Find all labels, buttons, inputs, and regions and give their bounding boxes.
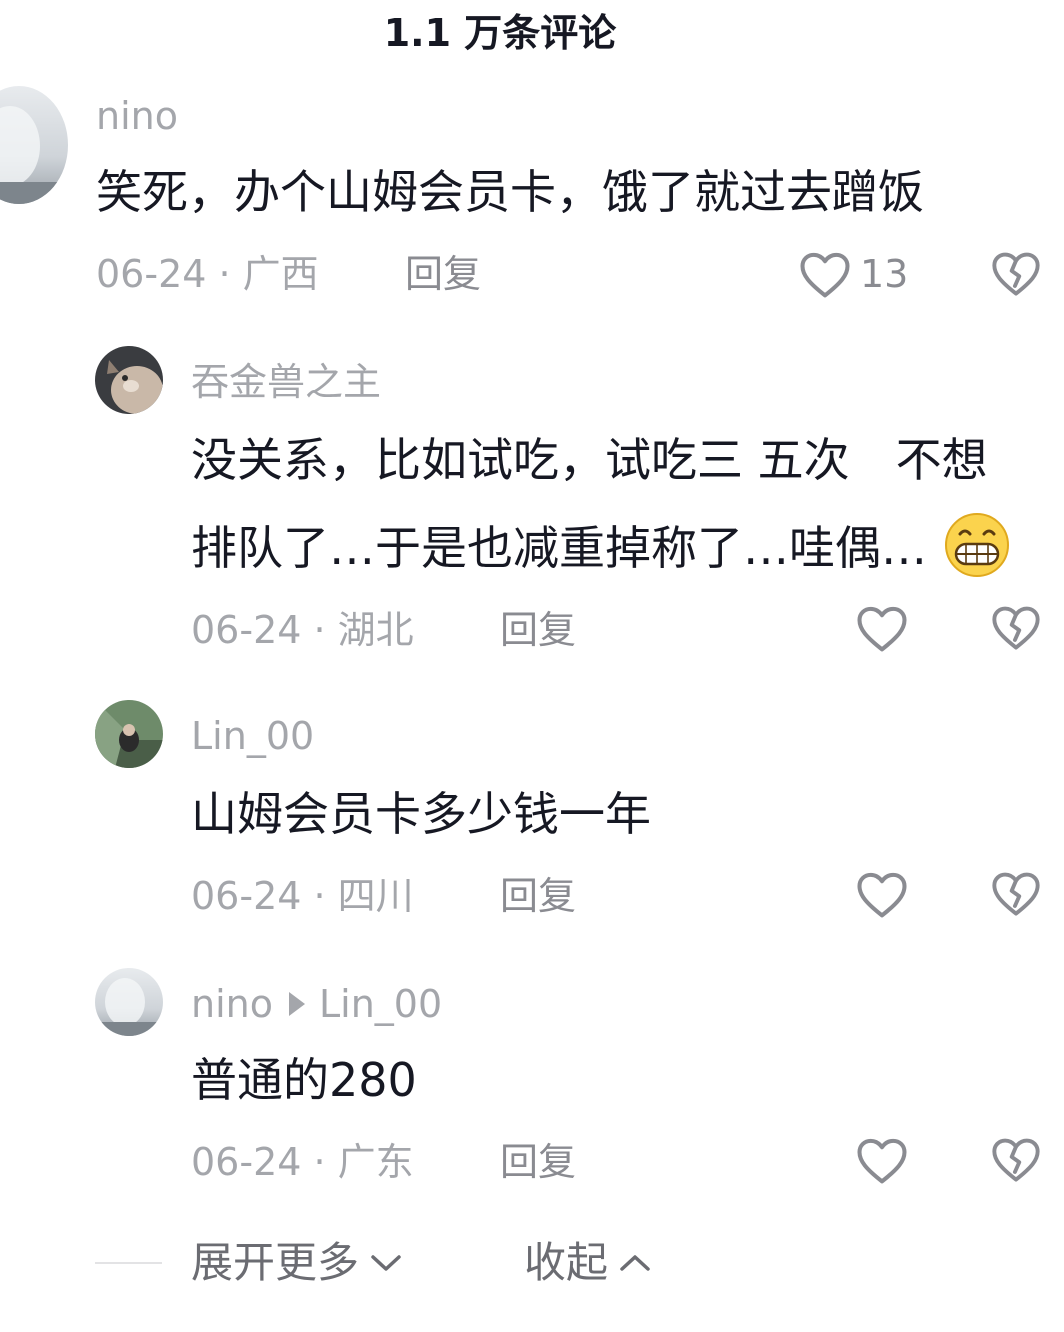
avatar[interactable] — [0, 86, 68, 204]
broken-heart-icon — [992, 252, 1040, 296]
avatar[interactable] — [95, 346, 163, 414]
broken-heart-icon — [992, 606, 1040, 650]
reply-button[interactable]: 回复 — [405, 250, 481, 298]
dislike-button[interactable] — [990, 248, 1042, 300]
heart-icon — [857, 606, 907, 652]
grinning-face-emoji — [944, 513, 1009, 577]
like-count: 13 — [860, 252, 909, 296]
reply-button[interactable]: 回复 — [500, 872, 576, 920]
reply-to-username[interactable]: Lin_00 — [319, 982, 442, 1026]
comment-text: 笑死，办个山姆会员卡，饿了就过去蹭饭 — [96, 165, 924, 219]
comment-username[interactable]: nino — [191, 982, 273, 1026]
comment-username[interactable]: nino — [96, 92, 178, 140]
chevron-up-icon — [620, 1255, 650, 1271]
like-button[interactable]: 13 — [798, 248, 908, 300]
comment-text-line-2-content: 排队了…于是也减重掉称了…哇偶… — [191, 521, 927, 575]
comment-text: 普通的280 — [191, 1053, 417, 1107]
dislike-button[interactable] — [990, 1134, 1042, 1186]
reply-item: nino Lin_00 普通的280 06-24 · 广东 回复 — [0, 968, 1064, 1208]
comment-date-location: 06-24 · 四川 — [191, 874, 414, 918]
dislike-button[interactable] — [990, 602, 1042, 654]
heart-icon — [857, 1138, 907, 1184]
reply-button[interactable]: 回复 — [500, 606, 576, 654]
like-button[interactable] — [855, 602, 909, 654]
like-button[interactable] — [855, 1134, 909, 1186]
comment-username[interactable]: 吞金兽之主 — [191, 358, 381, 406]
broken-heart-icon — [992, 1138, 1040, 1182]
comments-count-title: 1.1 万条评论 — [383, 11, 617, 55]
comment-item: nino 笑死，办个山姆会员卡，饿了就过去蹭饭 06-24 · 广西 回复 13 — [0, 86, 1064, 316]
comment-date-location: 06-24 · 广西 — [96, 252, 319, 296]
expand-more-label: 展开更多 — [191, 1238, 360, 1287]
reply-item: 吞金兽之主 没关系，比如试吃，试吃三 五次 不想 排队了…于是也减重掉称了…哇偶… — [0, 346, 1064, 666]
dislike-button[interactable] — [990, 868, 1042, 920]
broken-heart-icon — [992, 872, 1040, 916]
reply-arrow-icon — [288, 991, 305, 1016]
comment-text-line-2: 排队了…于是也减重掉称了…哇偶… — [191, 504, 1010, 592]
reply-item: Lin_00 山姆会员卡多少钱一年 06-24 · 四川 回复 — [0, 700, 1064, 940]
heart-icon — [800, 252, 850, 298]
comment-date-location: 06-24 · 湖北 — [191, 608, 414, 652]
chevron-down-icon — [371, 1255, 401, 1271]
reply-button[interactable]: 回复 — [500, 1138, 576, 1186]
avatar[interactable] — [95, 700, 163, 768]
footer-divider — [95, 1262, 162, 1264]
collapse-button[interactable]: 收起 — [524, 1238, 652, 1288]
comment-username-line: nino Lin_00 — [191, 980, 442, 1028]
expand-more-button[interactable]: 展开更多 — [191, 1238, 403, 1288]
collapse-label: 收起 — [524, 1238, 609, 1287]
comment-text-line-1: 没关系，比如试吃，试吃三 五次 不想 — [191, 433, 988, 487]
like-button[interactable] — [855, 868, 909, 920]
comment-username[interactable]: Lin_00 — [191, 712, 314, 760]
avatar[interactable] — [95, 968, 163, 1036]
comment-text: 山姆会员卡多少钱一年 — [191, 787, 651, 841]
heart-icon — [857, 872, 907, 918]
comment-date-location: 06-24 · 广东 — [191, 1140, 414, 1184]
